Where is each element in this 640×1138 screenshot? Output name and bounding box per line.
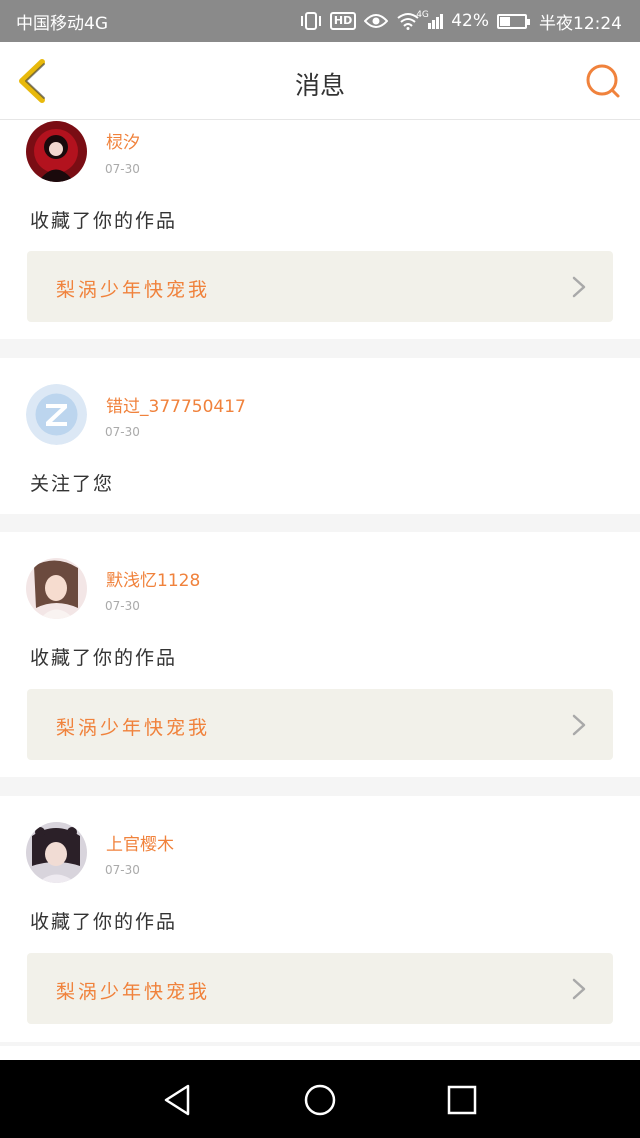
username[interactable]: 错过_377750417 [106,392,246,417]
battery-percent: 42% [451,11,489,31]
chevron-right-icon [572,276,586,298]
status-bar: 中国移动4G HD 4G 42% 半夜12:24 [0,0,640,42]
message-list: 棂汐 07-30 收藏了你的作品 梨涡少年快宠我 错过_377750417 07… [0,120,640,1060]
action-text: 收藏了你的作品 [30,647,178,669]
battery-icon [497,13,530,29]
chevron-right-icon [572,978,586,1000]
message-item[interactable]: 上官樱木 07-30 收藏了你的作品 梨涡少年快宠我 [0,796,640,1042]
eye-icon [364,14,389,28]
status-left: 中国移动4G [16,9,108,34]
message-item[interactable]: 棂汐 07-30 收藏了你的作品 梨涡少年快宠我 [0,120,640,339]
username[interactable]: 棂汐 [106,128,140,153]
action-text: 关注了您 [30,473,115,495]
username[interactable]: 默浅忆1128 [106,566,200,591]
work-link[interactable]: 梨涡少年快宠我 [27,689,613,760]
work-link[interactable]: 梨涡少年快宠我 [27,953,613,1024]
avatar[interactable] [26,822,87,883]
hd-icon: HD [329,12,357,30]
action-text: 收藏了你的作品 [30,911,178,933]
system-nav-bar [0,1060,640,1138]
work-link[interactable]: 梨涡少年快宠我 [27,251,613,322]
avatar[interactable] [26,558,87,619]
chevron-right-icon [572,714,586,736]
clock: 半夜12:24 [539,13,622,34]
timestamp: 07-30 [105,425,140,439]
carrier-label: 中国移动4G [16,13,108,34]
search-icon [586,64,620,98]
timestamp: 07-30 [105,599,140,613]
timestamp: 07-30 [105,863,140,877]
home-circle-icon[interactable] [302,1082,338,1118]
work-title: 梨涡少年快宠我 [56,279,211,301]
signal-icon: 4G [416,10,444,29]
status-right: HD 4G 42% 半夜12:24 [300,9,622,34]
recents-square-icon[interactable] [444,1082,480,1118]
header: 消息 [0,42,640,120]
action-text: 收藏了你的作品 [30,210,178,232]
back-triangle-icon[interactable] [160,1082,196,1118]
search-button[interactable] [582,60,626,104]
vibrate-icon [300,12,321,30]
timestamp: 07-30 [105,162,140,176]
list-item-partial [0,1046,640,1060]
message-item[interactable]: 错过_377750417 07-30 关注了您 [0,358,640,514]
page-title: 消息 [294,71,345,100]
avatar[interactable] [26,384,87,445]
work-title: 梨涡少年快宠我 [56,717,211,739]
message-item[interactable]: 默浅忆1128 07-30 收藏了你的作品 梨涡少年快宠我 [0,532,640,777]
work-title: 梨涡少年快宠我 [56,981,211,1003]
username[interactable]: 上官樱木 [106,830,174,855]
network-type-label: 4G [416,9,429,20]
avatar[interactable] [26,121,87,182]
